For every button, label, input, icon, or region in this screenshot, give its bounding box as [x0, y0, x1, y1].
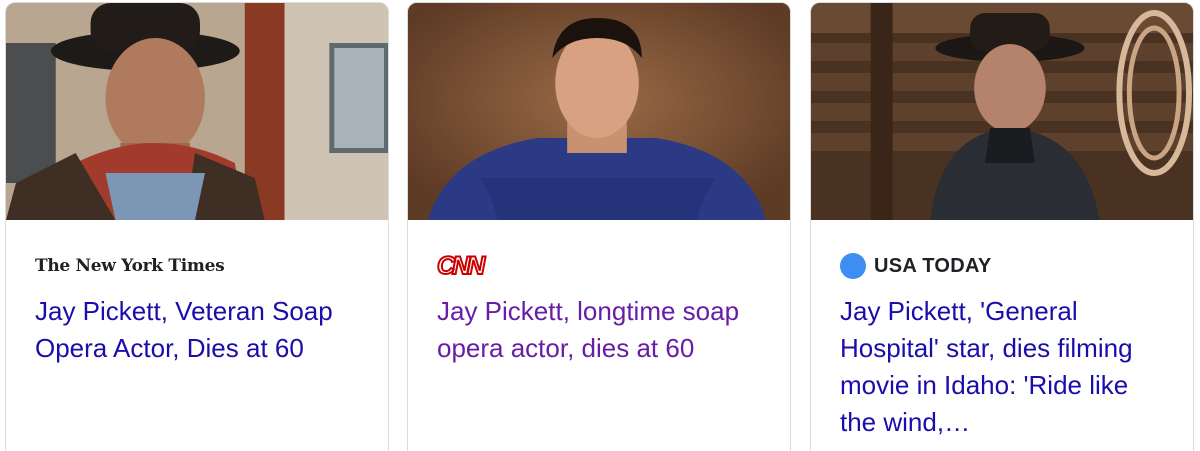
cnn-wordmark: CNN — [436, 251, 486, 281]
article-headline[interactable]: Jay Pickett, 'General Hospital' star, di… — [840, 293, 1160, 441]
article-headline[interactable]: Jay Pickett, Veteran Soap Opera Actor, D… — [35, 293, 355, 367]
article-thumbnail[interactable] — [811, 3, 1193, 220]
news-card-cnn[interactable]: CNN Jay Pickett, longtime soap opera act… — [407, 2, 791, 451]
news-card-usa-today[interactable]: USA TODAY Jay Pickett, 'General Hospital… — [810, 2, 1194, 451]
source-logo: USA TODAY — [840, 251, 992, 281]
nyt-wordmark: The New York Times — [35, 256, 225, 276]
source-logo: CNN — [436, 251, 486, 281]
usa-today-wordmark: USA TODAY — [874, 254, 992, 277]
usa-today-dot-icon — [840, 253, 866, 279]
article-thumbnail[interactable] — [408, 3, 790, 220]
news-card-nyt[interactable]: The New York Times Jay Pickett, Veteran … — [5, 2, 389, 451]
source-logo: The New York Times — [35, 251, 225, 281]
article-thumbnail[interactable] — [6, 3, 388, 220]
news-carousel: The New York Times Jay Pickett, Veteran … — [0, 0, 1200, 451]
article-headline[interactable]: Jay Pickett, longtime soap opera actor, … — [437, 293, 757, 367]
